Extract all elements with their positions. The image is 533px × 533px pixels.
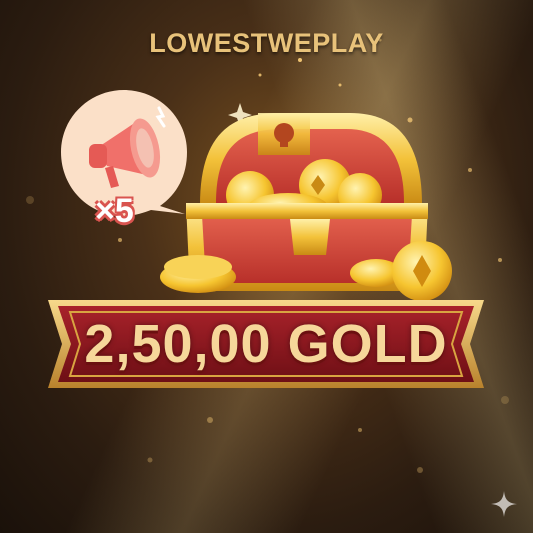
page-title: LOWESTWEPLAY — [149, 28, 384, 58]
treasure-chest-icon — [160, 113, 452, 301]
sparkle-icon — [491, 491, 517, 517]
badge-multiplier: ×5 — [95, 192, 134, 230]
reward-amount: 2,50,00 GOLD — [84, 314, 448, 374]
